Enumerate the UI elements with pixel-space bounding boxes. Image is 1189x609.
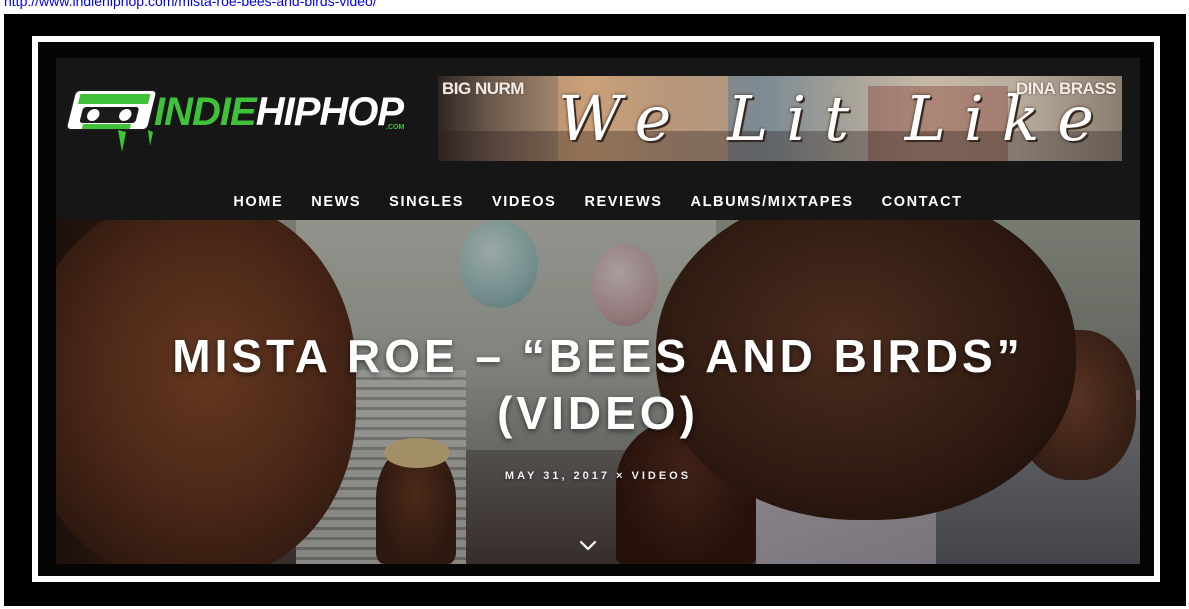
top-url-link[interactable]: http://www.indiehiphop.com/mista-roe-bee…	[0, 0, 1189, 11]
nav-news[interactable]: NEWS	[311, 194, 361, 210]
chevron-down-icon[interactable]	[578, 539, 598, 553]
top-url-text[interactable]: http://www.indiehiphop.com/mista-roe-bee…	[0, 0, 377, 9]
post-meta: MAY 31, 2017 × VIDEOS	[56, 470, 1140, 482]
nav-videos[interactable]: VIDEOS	[492, 194, 556, 210]
post-title-line2: (VIDEO)	[497, 387, 699, 439]
banner-artist-right: DINA BRASS	[1015, 79, 1117, 98]
site-header: INDIEHIPHOP .COM BIG NURM We Lit Like DI…	[56, 58, 1140, 218]
post-title: MISTA ROE – “BEES AND BIRDS” (VIDEO)	[76, 328, 1120, 442]
nav-contact[interactable]: CONTACT	[882, 194, 963, 210]
post-category-link[interactable]: VIDEOS	[631, 470, 691, 482]
nav-home[interactable]: HOME	[233, 194, 283, 210]
header-ad-banner[interactable]: BIG NURM We Lit Like DINA BRASS	[438, 76, 1122, 161]
website-screenshot: INDIEHIPHOP .COM BIG NURM We Lit Like DI…	[56, 58, 1140, 564]
hero-section: MISTA ROE – “BEES AND BIRDS” (VIDEO) MAY…	[56, 220, 1140, 564]
main-navigation: HOME NEWS SINGLES VIDEOS REVIEWS ALBUMS/…	[56, 184, 1140, 220]
site-logo[interactable]: INDIEHIPHOP .COM	[60, 80, 410, 155]
logo-wordmark: INDIEHIPHOP	[154, 90, 404, 134]
post-date: MAY 31, 2017	[504, 470, 611, 482]
nav-reviews[interactable]: REVIEWS	[584, 194, 662, 210]
banner-artist-left: BIG NURM	[442, 79, 524, 98]
post-title-line1: MISTA ROE – “BEES AND BIRDS”	[172, 330, 1024, 382]
nav-singles[interactable]: SINGLES	[389, 194, 464, 210]
meta-separator: ×	[616, 470, 626, 482]
logo-suffix: .COM	[386, 124, 405, 131]
nav-albums-mixtapes[interactable]: ALBUMS/MIXTAPES	[691, 194, 854, 210]
